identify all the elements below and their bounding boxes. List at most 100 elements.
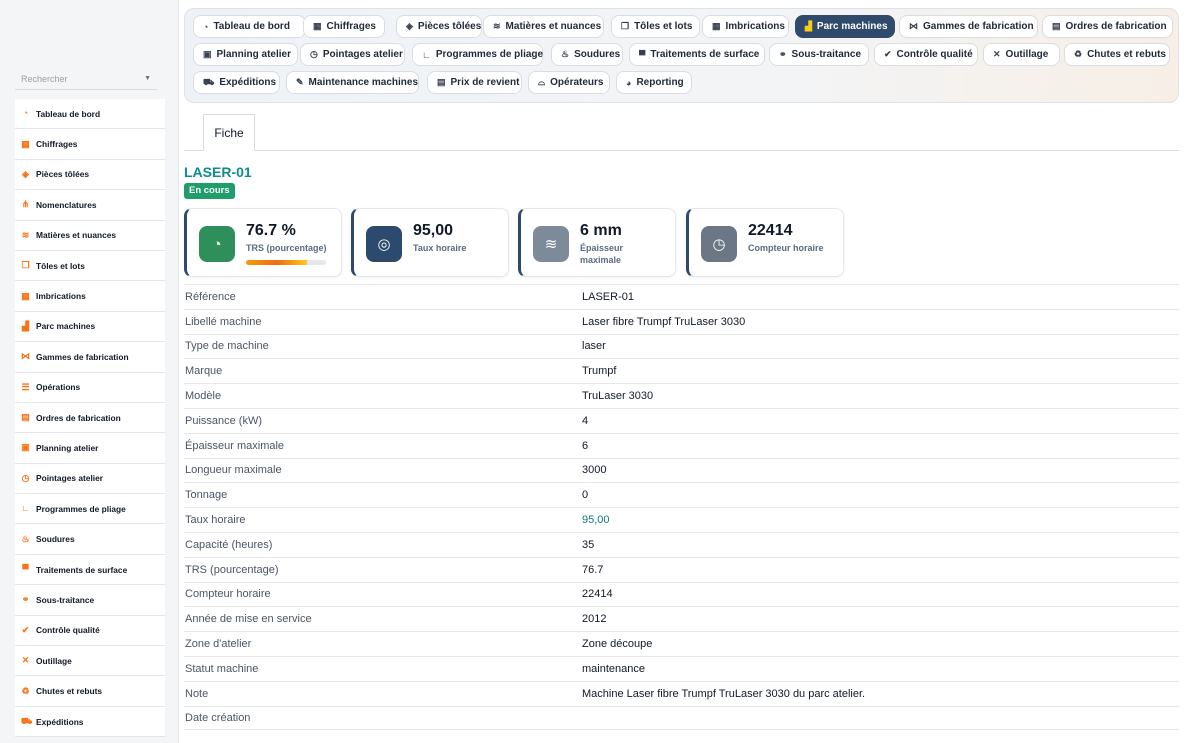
paint-roller-icon: ▀: [22, 564, 29, 575]
tab-label: Opérateurs: [550, 77, 604, 88]
tab-ordres-de-fabrication[interactable]: ▤ Ordres de fabrication: [1042, 15, 1173, 38]
tab-label: Pointages atelier: [322, 49, 403, 60]
field-value: 35: [582, 538, 595, 551]
tab-label: Traitements de surface: [650, 49, 760, 60]
field-value: 2012: [582, 613, 607, 626]
diagram-icon: ⋈: [909, 21, 918, 31]
tab-chutes-et-rebuts[interactable]: ♻ Chutes et rebuts: [1064, 43, 1170, 66]
tab-fiche[interactable]: Fiche: [203, 114, 255, 151]
sidebar-item-label: Tôles et lots: [36, 260, 85, 271]
sidebar-item[interactable]: ☰ Opérations: [15, 372, 165, 403]
tab-t-les-et-lots[interactable]: ❐ Tôles et lots: [611, 15, 700, 38]
sidebar-item[interactable]: ◈ Pièces tôlées: [15, 159, 165, 191]
flame-icon: ♨: [561, 49, 570, 59]
search-select[interactable]: Rechercher ▼: [15, 68, 157, 90]
tab-pi-ces-t-l-es[interactable]: ◈ Pièces tôlées: [396, 15, 482, 38]
tab-traitements-de-surface[interactable]: ▀ Traitements de surface: [629, 43, 765, 66]
page-title: LASER-01: [184, 164, 252, 180]
sidebar-item-label: Sous-traitance: [36, 594, 95, 605]
sidebar-item[interactable]: ♻ Chutes et rebuts: [15, 676, 165, 707]
clock-icon: ◷: [701, 226, 737, 262]
field-label: Type de machine: [185, 340, 269, 353]
sidebar-item[interactable]: ▀ Traitements de surface: [15, 554, 165, 586]
tab-soudures[interactable]: ♨ Soudures: [551, 43, 623, 66]
grid-icon: ▦: [712, 21, 721, 31]
field-label: Épaisseur maximale: [185, 439, 285, 452]
table-row: Taux horaire 95,00: [184, 507, 1179, 532]
kpi-label: Épaisseur maximale: [580, 243, 624, 265]
truck-icon: ⛟: [203, 76, 215, 87]
top-navigation: ◔ Tableau de bord ▦ Chiffrages ◈ Pièces tôlée…: [184, 8, 1179, 103]
tab-reporting[interactable]: ◕ Reporting: [616, 71, 692, 94]
sidebar-item[interactable]: ♨ Soudures: [15, 524, 165, 555]
tab-label: Gammes de fabrication: [923, 21, 1034, 32]
tab-programmes-de-pliage[interactable]: ∟ Programmes de pliage: [412, 43, 543, 66]
tab-contr-le-qualit-[interactable]: ✔ Contrôle qualité: [874, 43, 978, 66]
tab-label: Prix de revient: [450, 77, 520, 88]
recycle-icon: ♻: [1074, 49, 1083, 59]
tab-outillage[interactable]: ✕ Outillage: [983, 43, 1060, 66]
sidebar-item[interactable]: ▤ Ordres de fabrication: [15, 402, 165, 434]
pie-chart-icon: ◕: [626, 77, 632, 88]
tab-maintenance-machines[interactable]: ✎ Maintenance machines: [286, 71, 419, 94]
tab-tableau-de-bord[interactable]: ◔ Tableau de bord: [193, 15, 306, 38]
field-label: Tonnage: [185, 489, 228, 502]
kpi-value: 22414: [748, 222, 793, 239]
clipboard-icon: ▤: [1052, 21, 1061, 31]
clipboard-icon: ▤: [21, 412, 30, 423]
sidebar-item[interactable]: ▟ Parc machines: [15, 311, 165, 343]
tab-pointages-atelier[interactable]: ◷ Pointages atelier: [300, 43, 405, 66]
sidebar-item-label: Gammes de fabrication: [36, 351, 129, 362]
field-label: TRS (pourcentage): [185, 563, 279, 576]
recycle-icon: ♻: [21, 685, 30, 696]
table-row: Marque Trumpf: [184, 358, 1179, 383]
field-label: Note: [185, 687, 209, 700]
sidebar-item[interactable]: ⋔ Nomenclatures: [15, 190, 165, 221]
sitemap-icon: ⋔: [21, 199, 30, 210]
field-value[interactable]: 95,00: [582, 514, 610, 526]
sidebar-item[interactable]: ▦ Imbrications: [15, 281, 165, 312]
sidebar-item[interactable]: ❐ Tôles et lots: [15, 250, 165, 282]
chevron-down-icon[interactable]: ▼: [144, 75, 151, 82]
sidebar-item[interactable]: ⛟ Expéditions: [15, 706, 165, 738]
tab-imbrications[interactable]: ▦ Imbrications: [702, 15, 789, 38]
sidebar-item[interactable]: ≋ Matières et nuances: [15, 220, 165, 251]
field-value: 3000: [582, 464, 607, 477]
field-label: Zone d'atelier: [185, 638, 252, 651]
sidebar-item[interactable]: ⚭ Sous-traitance: [15, 585, 165, 616]
tab-op-rateurs[interactable]: ⌓ Opérateurs: [528, 71, 610, 94]
sidebar-item-label: Pointages atelier: [36, 473, 104, 484]
clock-icon: ◷: [310, 49, 318, 59]
table-row: Libellé machine Laser fibre Trumpf TruLas…: [184, 308, 1179, 334]
sidebar-item[interactable]: ⋈ Gammes de fabrication: [15, 342, 165, 373]
table-row: Modèle TruLaser 3030: [184, 383, 1179, 408]
tab-exp-ditions[interactable]: ⛟ Expéditions: [193, 71, 280, 94]
sidebar-item[interactable]: ◷ Pointages atelier: [15, 463, 165, 495]
tab-gammes-de-fabrication[interactable]: ⋈ Gammes de fabrication: [899, 15, 1038, 38]
sidebar-item-label: Programmes de pliage: [36, 503, 126, 514]
tab-sous-traitance[interactable]: ⚭ Sous-traitance: [769, 43, 869, 66]
field-value: 4: [582, 414, 589, 427]
tab-parc-machines[interactable]: ▟ Parc machines: [795, 15, 895, 38]
field-label: Libellé machine: [185, 315, 262, 328]
tab-label: Pièces tôlées: [417, 21, 482, 32]
sidebar-item-label: Opérations: [36, 382, 81, 393]
paint-roller-icon: ▀: [639, 49, 646, 60]
kpi-value: 76.7 %: [246, 222, 296, 239]
sidebar-item[interactable]: ∟ Programmes de pliage: [15, 494, 165, 525]
tab-chiffrages[interactable]: ▦ Chiffrages: [303, 15, 385, 38]
sidebar-item[interactable]: ✕ Outillage: [15, 646, 165, 677]
sidebar-item-label: Pièces tôlées: [36, 169, 90, 180]
tab-mati-res-et-nuances[interactable]: ≋ Matières et nuances: [483, 15, 604, 38]
tools-icon: ✕: [993, 49, 1001, 59]
tab-planning-atelier[interactable]: ▣ Planning atelier: [193, 43, 298, 66]
sidebar-item[interactable]: ▣ Planning atelier: [15, 433, 165, 464]
sidebar-item[interactable]: ▦ Chiffrages: [15, 129, 165, 160]
gauge-icon: ◔: [203, 21, 209, 32]
search-placeholder: Rechercher: [21, 74, 68, 84]
sidebar-item[interactable]: ◔ Tableau de bord: [15, 99, 165, 130]
truck-icon: ⛟: [21, 716, 33, 726]
field-label: Taux horaire: [185, 514, 246, 527]
tab-prix-de-revient[interactable]: ▤ Prix de revient: [427, 71, 522, 94]
sidebar-item[interactable]: ✔ Contrôle qualité: [15, 615, 165, 647]
